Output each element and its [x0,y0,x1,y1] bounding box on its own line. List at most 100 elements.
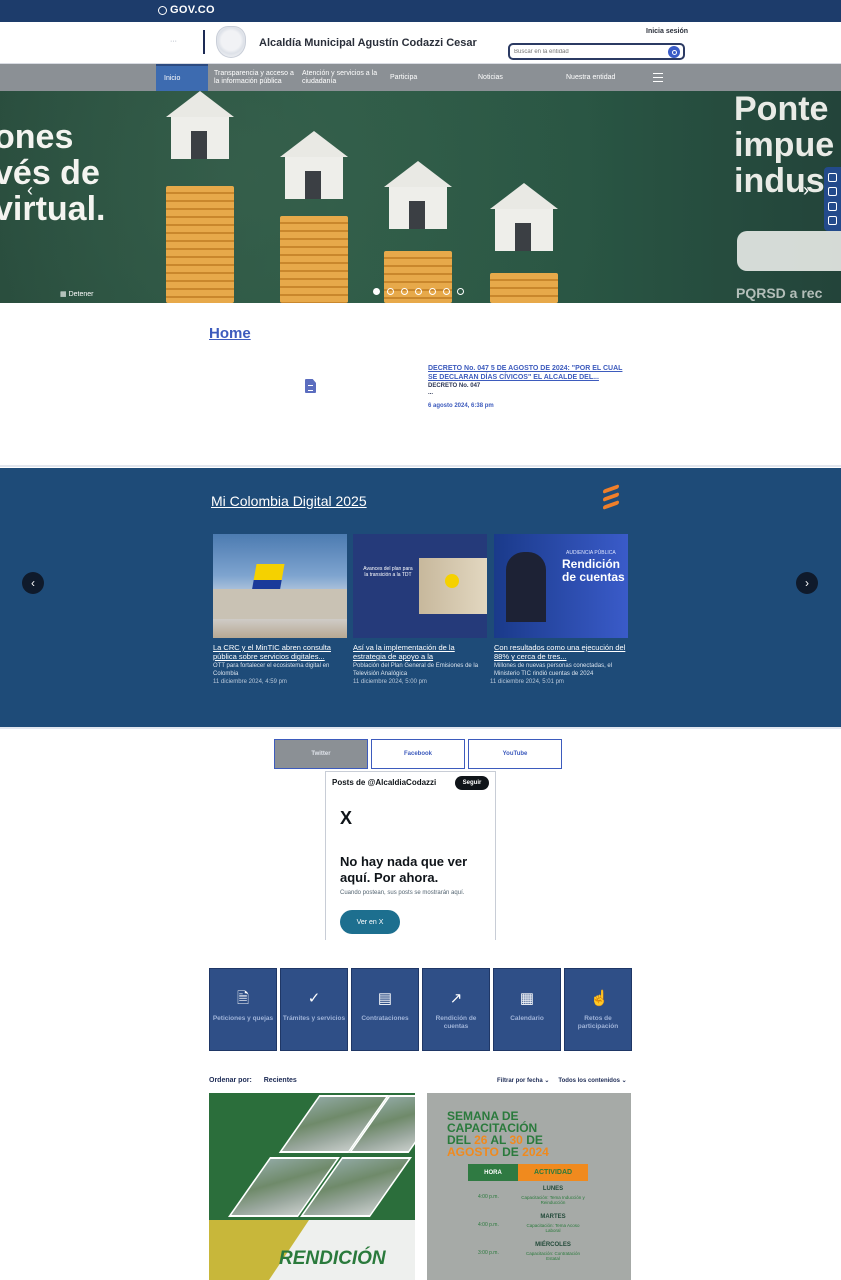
see-on-x-button[interactable]: Ver en X [340,910,400,934]
x-empty-title: No hay nada que ver aquí. Por ahora. [340,854,468,885]
training-schedule-table: HORA ACTIVIDAD 4:00 p.m. LUNES Capacitac… [468,1164,618,1280]
news-title[interactable]: DECRETO No. 047 5 DE AGOSTO DE 2024: "PO… [428,365,633,382]
mcd-card-title[interactable]: La CRC y el MinTIC abren consulta públic… [213,643,347,661]
entity-name[interactable]: Alcaldía Municipal Agustín Codazzi Cesar [259,37,477,49]
mcd-next-icon[interactable]: › [796,572,818,594]
mcd-card-image-text: Avances del plan para la transición a la… [363,566,413,578]
mcd-card[interactable]: La CRC y el MinTIC abren consulta públic… [213,534,347,685]
quick-access-label: Retos de participación [577,1015,619,1030]
x-empty-subtitle: Cuando postean, sus posts se mostrarán a… [340,890,465,896]
nav-item-nuestra-entidad[interactable]: Nuestra entidad [566,64,636,91]
mcd-card-title[interactable]: Con resultados como una ejecución del 88… [494,643,628,661]
search-input[interactable] [514,46,664,57]
contrast-icon[interactable] [828,172,837,182]
quick-access-calendario[interactable]: ▦ Calendario [493,968,561,1051]
carousel-dot[interactable] [457,288,464,295]
site-header: ··· Alcaldía Municipal Agustín Codazzi C… [0,22,841,64]
news-subtitle: DECRETO No. 047 [428,383,481,389]
mi-colombia-digital-section: Mi Colombia Digital 2025 ‹ › La CRC y el… [0,468,841,727]
home-title[interactable]: Home [209,325,251,342]
carousel-stop-button[interactable]: ▦ Detener [60,290,93,298]
sort-select[interactable]: Recientes [264,1077,297,1084]
hero-cta-button[interactable] [737,231,841,271]
hero-left-line: ones [0,118,74,156]
coin-stack [166,186,234,303]
hero-right-line: impue [734,126,835,164]
carousel-dot[interactable] [415,288,422,295]
mcd-card-summary: Población del Plan General de Emisiones … [353,663,479,677]
hero-carousel: ones vés de virtual. Ponte impue indus P… [0,91,841,303]
carousel-dot[interactable] [443,288,450,295]
social-tabs: Twitter Facebook YouTube [274,739,562,769]
nav-item-inicio[interactable]: Inicio [156,64,208,91]
language-selector[interactable]: ··· [170,38,177,45]
mcd-card-date: 11 diciembre 2024, 5:01 pm [490,679,564,685]
search-button[interactable] [668,46,680,58]
x-timeline-embed: Posts de @AlcaldiaCodazzi Seguir X No ha… [325,771,496,940]
quick-access-label: Rendición de cuentas [435,1015,477,1030]
carousel-dot[interactable] [387,288,394,295]
reader-icon[interactable] [828,216,837,226]
coin-stack [490,273,558,303]
mcd-card[interactable]: AUDIENCIA PÚBLICA Rendición de cuentas C… [490,534,628,685]
tab-facebook[interactable]: Facebook [371,739,465,769]
carousel-dot[interactable] [373,288,380,295]
carousel-prev-icon[interactable]: ‹ [27,180,33,201]
gov-bar: GOV.CO [0,0,841,22]
mcd-prev-icon[interactable]: ‹ [22,572,44,594]
quick-access-grid: 🗎 Peticiones y quejas ✓ Trámites y servi… [209,968,632,1051]
publication-card[interactable]: RENDICIÓN [209,1093,415,1280]
follow-button[interactable]: Seguir [455,776,489,790]
training-week-heading: SEMANA DE CAPACITACIÓN DEL 26 AL 30 DE A… [447,1110,549,1158]
login-link[interactable]: Inicia sesión [646,28,688,35]
quick-access-label: Calendario [510,1015,544,1022]
sort-control: Ordenar por: Recientes [209,1077,297,1084]
hero-right-text: Ponte impue indus [734,91,834,199]
hero-right-line: Ponte [734,91,829,128]
main-nav: Inicio Transparencia y acceso a la infor… [0,64,841,91]
mcd-card[interactable]: Avances del plan para la transición a la… [353,534,487,685]
tab-youtube[interactable]: YouTube [468,739,562,769]
nav-item-transparencia[interactable]: Transparencia y acceso a la información … [214,64,294,91]
filter-date-label: Filtrar por fecha [497,1078,543,1084]
carousel-indicators [373,288,464,295]
menu-icon[interactable] [653,73,663,82]
image-icon[interactable] [828,201,837,211]
filter-content-select[interactable]: Todos los contenidos ⌄ [558,1077,626,1084]
mcd-title[interactable]: Mi Colombia Digital 2025 [211,493,367,509]
row-day: MARTES [540,1214,566,1220]
nav-item-participa[interactable]: Participa [390,64,440,91]
tab-twitter[interactable]: Twitter [274,739,368,769]
x-logo-icon: X [340,808,353,828]
carousel-dot[interactable] [429,288,436,295]
quick-access-retos[interactable]: ☝ Retos de participación [564,968,632,1051]
quick-access-rendicion[interactable]: ↗ Rendición de cuentas [422,968,490,1051]
row-day: MIÉRCOLES [535,1242,571,1248]
publication-card[interactable]: SEMANA DE CAPACITACIÓN DEL 26 AL 30 DE A… [427,1093,631,1280]
table-header-activity: ACTIVIDAD [518,1164,588,1181]
table-row: 3:00 p.m. MIÉRCOLES Capacitación: Contra… [468,1240,588,1268]
hero-left-text: ones vés de virtual. [0,119,105,227]
nav-item-atencion[interactable]: Atención y servicios a la ciudadanía [302,64,382,91]
mcd-card-title[interactable]: Así va la implementación de la estrategi… [353,643,487,661]
nav-item-noticias[interactable]: Noticias [478,64,528,91]
document-icon: 🗎 [236,990,250,1007]
filter-date-select[interactable]: Filtrar por fecha ⌄ [497,1077,549,1084]
text-size-icon[interactable] [828,187,837,197]
header-separator [203,30,205,54]
table-row: 4:00 p.m. LUNES Capacitación: Tema Induc… [468,1184,588,1212]
gov-co-logo[interactable]: GOV.CO [158,4,215,16]
mcd-card-image-small-text: AUDIENCIA PÚBLICA [566,550,616,556]
quick-access-peticiones[interactable]: 🗎 Peticiones y quejas [209,968,277,1051]
quick-access-tramites[interactable]: ✓ Trámites y servicios [280,968,348,1051]
carousel-next-icon[interactable]: › [803,180,809,201]
document-icon [305,379,316,393]
carousel-dot[interactable] [401,288,408,295]
municipal-shield-logo[interactable] [216,26,246,58]
quick-access-contrataciones[interactable]: ▤ Contrataciones [351,968,419,1051]
row-text: Capacitación: Tema Inducción y Reinducci… [521,1195,585,1205]
card-rendicion-text: RENDICIÓN [279,1248,386,1269]
row-hour: 4:00 p.m. [478,1194,499,1200]
news-date: 6 agosto 2024, 6:38 pm [428,403,494,409]
row-hour: 3:00 p.m. [478,1250,499,1256]
